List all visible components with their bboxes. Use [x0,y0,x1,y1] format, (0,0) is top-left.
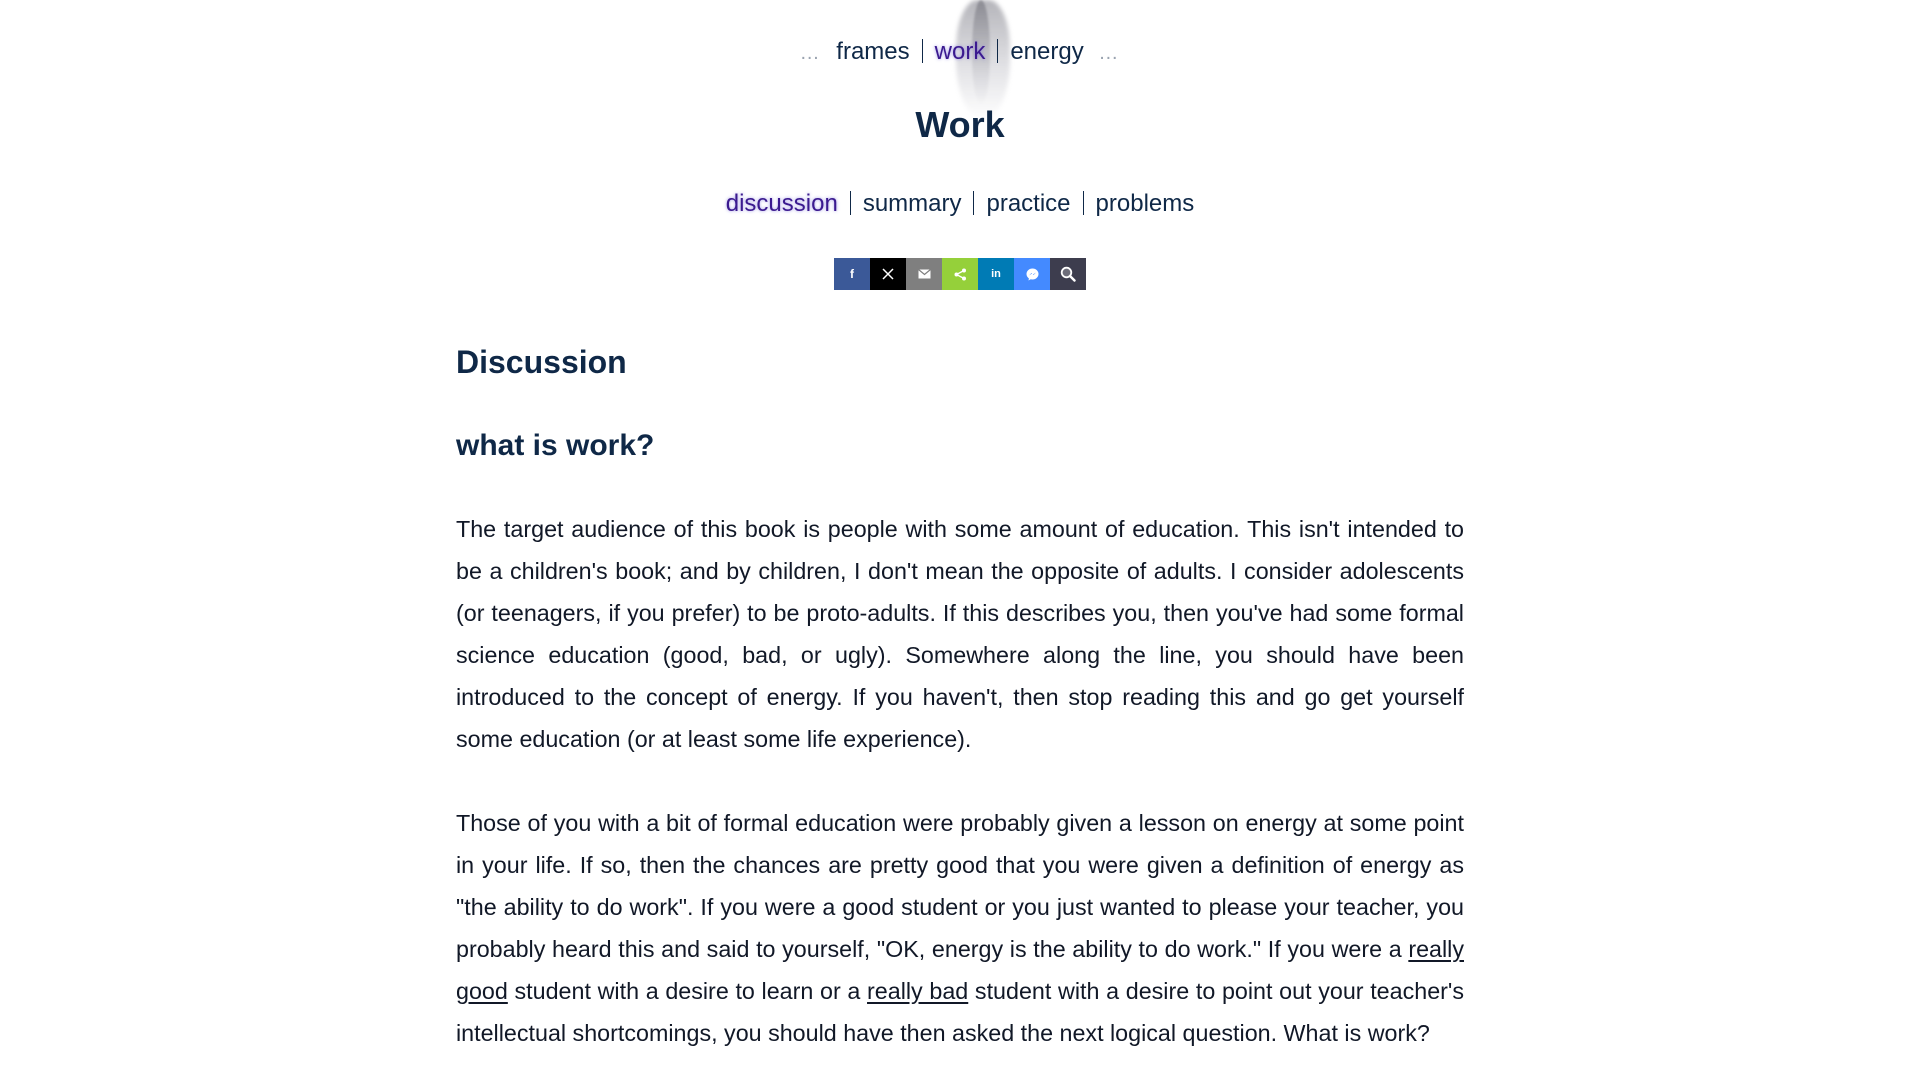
page-title: Work [915,104,1005,145]
email-icon [917,269,931,279]
facebook-share-button[interactable]: f [834,258,870,290]
tab-summary[interactable]: summary [855,190,970,217]
nav-separator [921,39,923,63]
nav-separator [849,191,851,215]
paragraph-2-text-a: Those of you with a bit of formal educat… [456,810,1464,962]
x-share-button[interactable] [870,258,906,290]
subsection-heading: what is work? [456,429,655,462]
nav-separator [997,39,999,63]
previous-ellipsis: … [799,42,822,64]
topic-link-frames[interactable]: frames [828,38,917,65]
share-icon [954,268,967,281]
generic-share-button[interactable] [942,258,978,290]
next-ellipsis: … [1098,42,1121,64]
search-button[interactable] [1050,258,1086,290]
x-icon [882,268,894,280]
topic-link-energy[interactable]: energy [1002,38,1091,65]
tab-problems[interactable]: problems [1088,190,1203,217]
main-content: Discussion what is work? The target audi… [456,340,1464,1054]
email-share-button[interactable] [906,258,942,290]
really-bad-link[interactable]: really bad [867,978,968,1004]
topic-navigation: … frames work energy … [0,38,1920,66]
search-icon [1060,266,1076,282]
facebook-icon: f [850,267,854,281]
section-navigation: discussion summary practice problems [0,190,1920,218]
tab-practice[interactable]: practice [978,190,1078,217]
messenger-icon [1026,268,1039,281]
messenger-share-button[interactable] [1014,258,1050,290]
nav-separator [973,191,975,215]
paragraph-2: Those of you with a bit of formal educat… [456,802,1464,1054]
paragraph-2-text-b: student with a desire to learn or a [507,978,868,1004]
page: … frames work energy … Work discussion summ… [0,0,1920,1080]
share-bar: f in [834,258,1086,290]
topic-link-work[interactable]: work [927,38,994,65]
linkedin-share-button[interactable]: in [978,258,1014,290]
tab-discussion[interactable]: discussion [718,190,846,217]
linkedin-icon: in [991,268,1001,280]
paragraph-1: The target audience of this book is peop… [456,516,1464,752]
section-heading: Discussion [456,344,627,380]
nav-separator [1082,191,1084,215]
